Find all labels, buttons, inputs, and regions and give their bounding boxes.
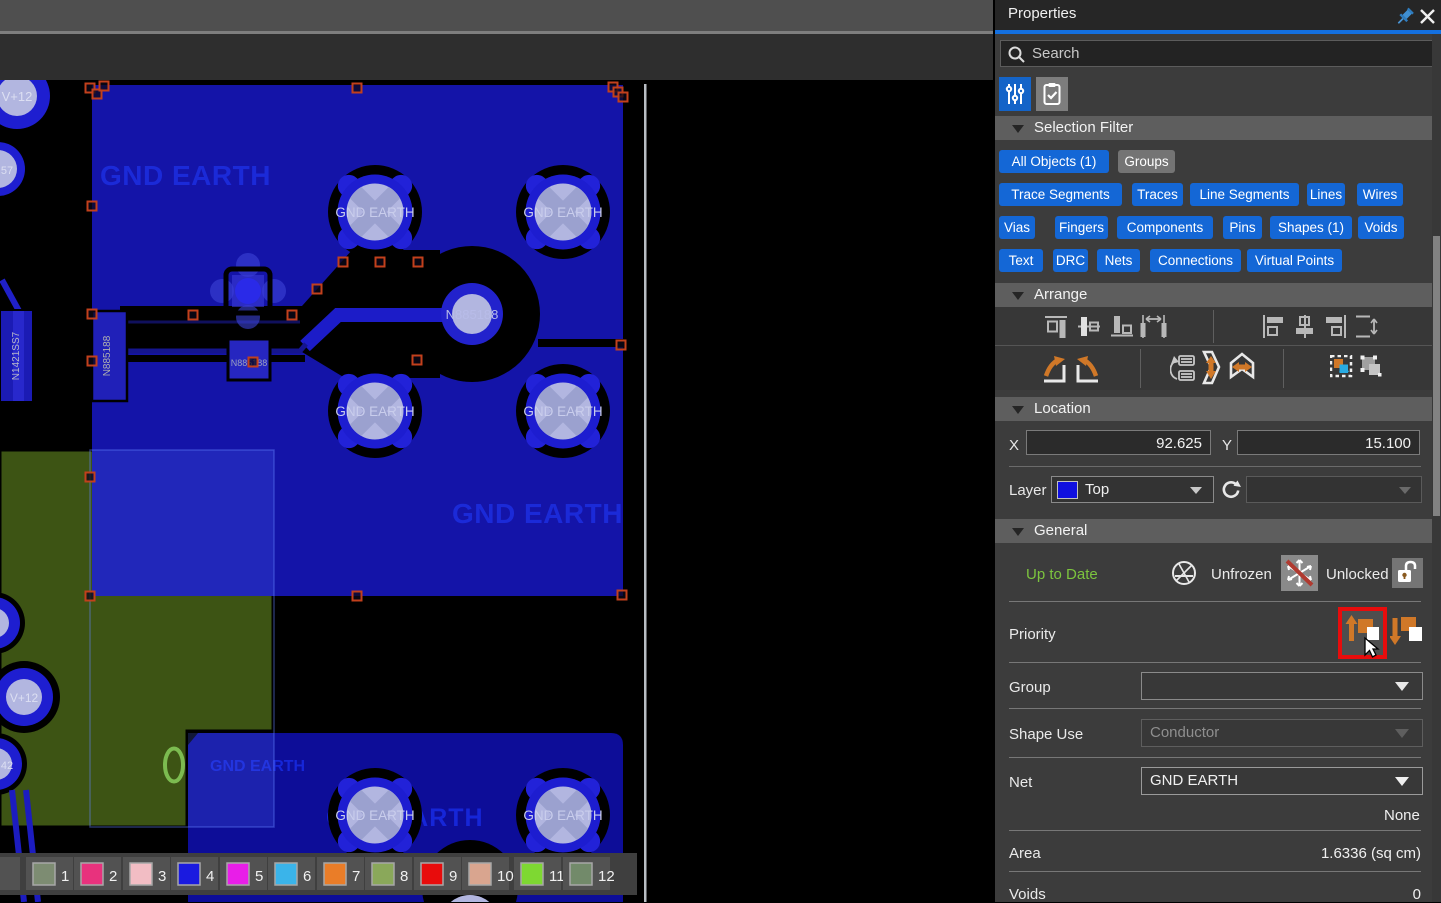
svg-text:N1421SS7: N1421SS7 bbox=[11, 331, 22, 380]
svg-text:3: 3 bbox=[158, 868, 166, 885]
svg-text:12: 12 bbox=[598, 868, 615, 885]
svg-text:10: 10 bbox=[497, 868, 514, 885]
svg-text:GND EARTH: GND EARTH bbox=[335, 808, 414, 823]
svg-text:V+12: V+12 bbox=[2, 89, 33, 104]
svg-text:2: 2 bbox=[109, 868, 117, 885]
svg-text:5: 5 bbox=[255, 868, 263, 885]
svg-text:GND EARTH: GND EARTH bbox=[335, 205, 414, 220]
svg-text:8: 8 bbox=[400, 868, 408, 885]
svg-text:GND EARTH: GND EARTH bbox=[523, 404, 602, 419]
svg-text:GND EARTH: GND EARTH bbox=[100, 160, 271, 191]
svg-text:42: 42 bbox=[1, 760, 13, 772]
svg-text:1: 1 bbox=[61, 868, 69, 885]
svg-text:GND EARTH: GND EARTH bbox=[523, 808, 602, 823]
svg-text:GND EARTH: GND EARTH bbox=[335, 404, 414, 419]
svg-text:N885188: N885188 bbox=[446, 307, 499, 322]
svg-text:57: 57 bbox=[1, 165, 13, 177]
svg-text:11: 11 bbox=[549, 868, 565, 885]
svg-text:N885188: N885188 bbox=[102, 335, 113, 376]
svg-text:7: 7 bbox=[352, 868, 360, 885]
svg-text:GND EARTH: GND EARTH bbox=[452, 498, 623, 529]
svg-text:9: 9 bbox=[449, 868, 457, 885]
svg-text:V+12: V+12 bbox=[10, 691, 39, 705]
svg-text:GND EARTH: GND EARTH bbox=[523, 205, 602, 220]
svg-text:6: 6 bbox=[303, 868, 311, 885]
svg-text:4: 4 bbox=[206, 868, 214, 885]
